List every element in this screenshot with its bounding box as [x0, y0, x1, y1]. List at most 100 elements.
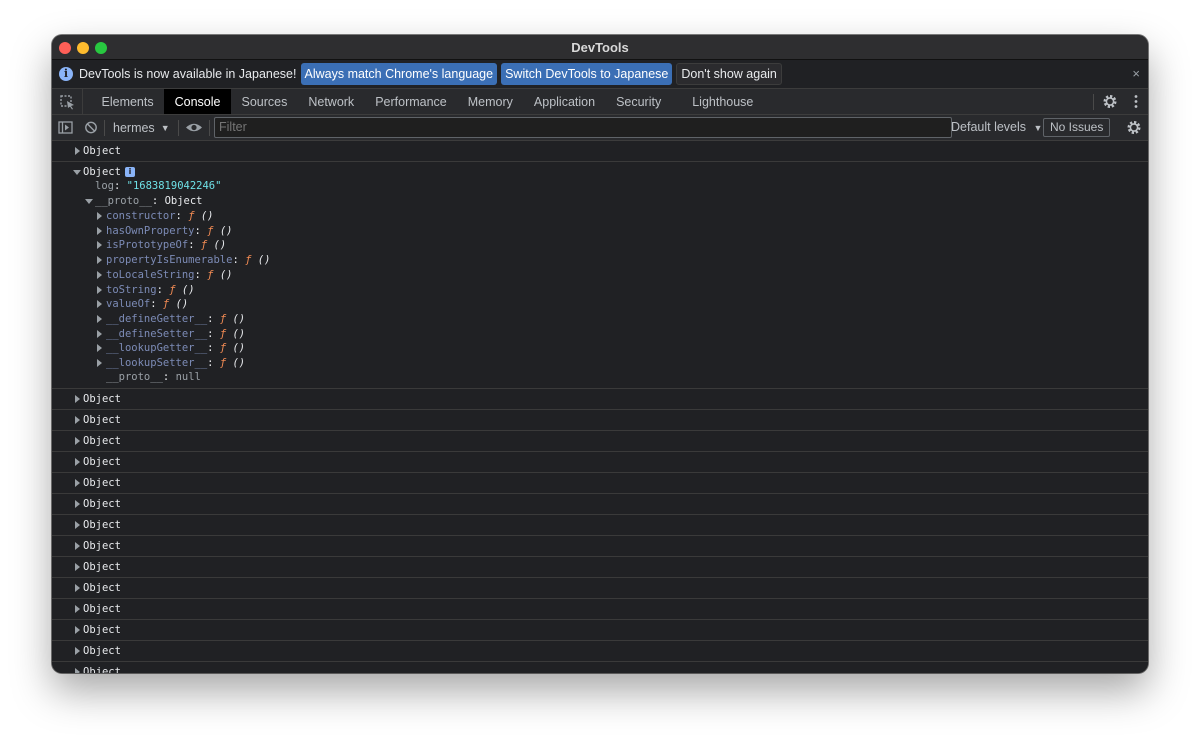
prototype-function[interactable]: propertyIsEnumerable: ƒ () — [106, 253, 270, 267]
prototype-function[interactable]: hasOwnProperty: ƒ () — [106, 224, 232, 238]
console-message[interactable]: Object — [52, 410, 1148, 431]
console-message[interactable]: Object — [52, 494, 1148, 515]
settings-gear-icon[interactable] — [1094, 89, 1126, 114]
console-settings-gear-icon[interactable] — [1120, 115, 1148, 140]
expand-arrow-icon[interactable] — [75, 605, 80, 613]
console-message[interactable]: Object — [52, 641, 1148, 662]
console-message[interactable]: Object — [52, 141, 1148, 162]
prototype-function[interactable]: valueOf: ƒ () — [106, 297, 188, 311]
prototype-function[interactable]: toLocaleString: ƒ () — [106, 268, 232, 282]
match-language-button[interactable]: Always match Chrome's language — [300, 63, 498, 85]
expand-arrow-icon[interactable] — [97, 359, 102, 367]
issues-button[interactable]: No Issues — [1043, 118, 1111, 137]
log-levels-label: Default levels — [951, 120, 1027, 134]
prototype-function[interactable]: __lookupGetter__: ƒ () — [106, 341, 245, 355]
dont-show-again-button[interactable]: Don't show again — [676, 63, 782, 85]
info-icon: i — [59, 67, 73, 81]
expand-arrow-icon[interactable] — [75, 647, 80, 655]
expand-arrow-icon[interactable] — [97, 241, 102, 250]
expand-arrow-icon[interactable] — [97, 270, 102, 279]
expand-arrow-icon[interactable] — [75, 416, 80, 424]
collapse-arrow-icon[interactable] — [73, 170, 81, 175]
prototype-function[interactable]: __defineSetter__: ƒ () — [106, 327, 245, 341]
tab-memory[interactable]: Memory — [457, 89, 523, 114]
message-label: Object — [83, 603, 121, 615]
switch-japanese-button[interactable]: Switch DevTools to Japanese — [501, 63, 673, 85]
devtools-window: DevTools i DevTools is now available in … — [52, 35, 1148, 673]
function-name: __lookupGetter__ — [106, 342, 208, 355]
message-label: Object — [83, 477, 121, 489]
expand-arrow-icon[interactable] — [97, 300, 102, 309]
live-expression-eye-icon[interactable] — [179, 115, 209, 140]
expand-arrow-icon[interactable] — [75, 563, 80, 571]
console-message[interactable]: Object — [52, 452, 1148, 473]
expand-arrow-icon[interactable] — [75, 542, 80, 550]
expanded-header: Object i — [83, 165, 135, 179]
console-message[interactable]: Object — [52, 578, 1148, 599]
console-message-expanded[interactable]: Object i log: "1683819042246" __proto__: … — [52, 162, 1148, 389]
function-symbol: ƒ — [219, 342, 227, 355]
console-message[interactable]: Object — [52, 599, 1148, 620]
message-label: Object — [83, 393, 121, 405]
expand-arrow-icon[interactable] — [97, 256, 102, 265]
expand-arrow-icon[interactable] — [75, 521, 80, 529]
console-message[interactable]: Object — [52, 662, 1148, 673]
expand-arrow-icon[interactable] — [75, 479, 80, 487]
console-message[interactable]: Object — [52, 389, 1148, 410]
chevron-down-icon: ▼ — [160, 122, 170, 133]
tabbar-actions — [1093, 89, 1148, 114]
console-message[interactable]: Object — [52, 536, 1148, 557]
message-label: Object — [83, 561, 121, 573]
expand-arrow-icon[interactable] — [97, 212, 102, 220]
tab-console[interactable]: Console — [164, 89, 231, 114]
inspect-element-icon[interactable] — [52, 89, 83, 114]
function-parens: () — [232, 342, 246, 355]
console-message[interactable]: Object — [52, 473, 1148, 494]
filter-input[interactable] — [214, 117, 952, 138]
more-options-icon[interactable] — [1126, 89, 1148, 114]
console-message[interactable]: Object — [52, 557, 1148, 578]
function-parens: () — [232, 357, 246, 369]
tab-application[interactable]: Application — [523, 89, 605, 114]
expand-arrow-icon[interactable] — [97, 285, 102, 294]
expand-arrow-icon[interactable] — [75, 500, 80, 508]
context-select[interactable]: hermes ▼ — [105, 121, 178, 135]
tab-lighthouse[interactable]: Lighthouse — [682, 89, 764, 114]
expand-arrow-icon[interactable] — [75, 626, 80, 634]
expand-arrow-icon[interactable] — [75, 458, 80, 466]
info-badge-icon[interactable]: i — [124, 167, 135, 177]
prototype-function[interactable]: toString: ƒ () — [106, 283, 195, 297]
function-name: valueOf — [106, 298, 151, 311]
proto-property[interactable]: __proto__: Object — [95, 194, 203, 208]
collapse-arrow-icon[interactable] — [85, 199, 93, 204]
tab-elements[interactable]: Elements — [91, 89, 164, 114]
expand-arrow-icon[interactable] — [75, 395, 80, 403]
prototype-function[interactable]: __defineGetter__: ƒ () — [106, 312, 245, 326]
infobar-message: DevTools is now available in Japanese! — [79, 67, 297, 81]
expand-arrow-icon[interactable] — [75, 668, 80, 673]
tab-security[interactable]: Security — [606, 89, 672, 114]
inner-proto-property: __proto__: null — [106, 371, 201, 383]
console-message[interactable]: Object — [52, 515, 1148, 536]
tab-network[interactable]: Network — [298, 89, 365, 114]
close-icon[interactable]: × — [1132, 66, 1140, 81]
tab-performance[interactable]: Performance — [365, 89, 458, 114]
prototype-function[interactable]: isPrototypeOf: ƒ () — [106, 238, 226, 252]
expand-arrow-icon[interactable] — [97, 226, 102, 235]
inner-proto-key: __proto__ — [106, 371, 163, 383]
prototype-function[interactable]: constructor: ƒ () — [106, 209, 214, 223]
console-message[interactable]: Object — [52, 431, 1148, 452]
tab-sources[interactable]: Sources — [231, 89, 298, 114]
log-levels-dropdown[interactable]: Default levels ▼ — [951, 120, 1042, 134]
prototype-function[interactable]: __lookupSetter__: ƒ () — [106, 356, 245, 370]
log-key: log — [95, 180, 114, 192]
expand-arrow-icon[interactable] — [75, 437, 80, 445]
expand-arrow-icon[interactable] — [97, 344, 102, 353]
expand-arrow-icon[interactable] — [97, 329, 102, 338]
expand-arrow-icon[interactable] — [75, 147, 80, 155]
console-message[interactable]: Object — [52, 620, 1148, 641]
sidebar-toggle-icon[interactable] — [52, 115, 78, 140]
clear-console-icon[interactable] — [78, 115, 104, 140]
expand-arrow-icon[interactable] — [75, 584, 80, 592]
expand-arrow-icon[interactable] — [97, 314, 102, 323]
